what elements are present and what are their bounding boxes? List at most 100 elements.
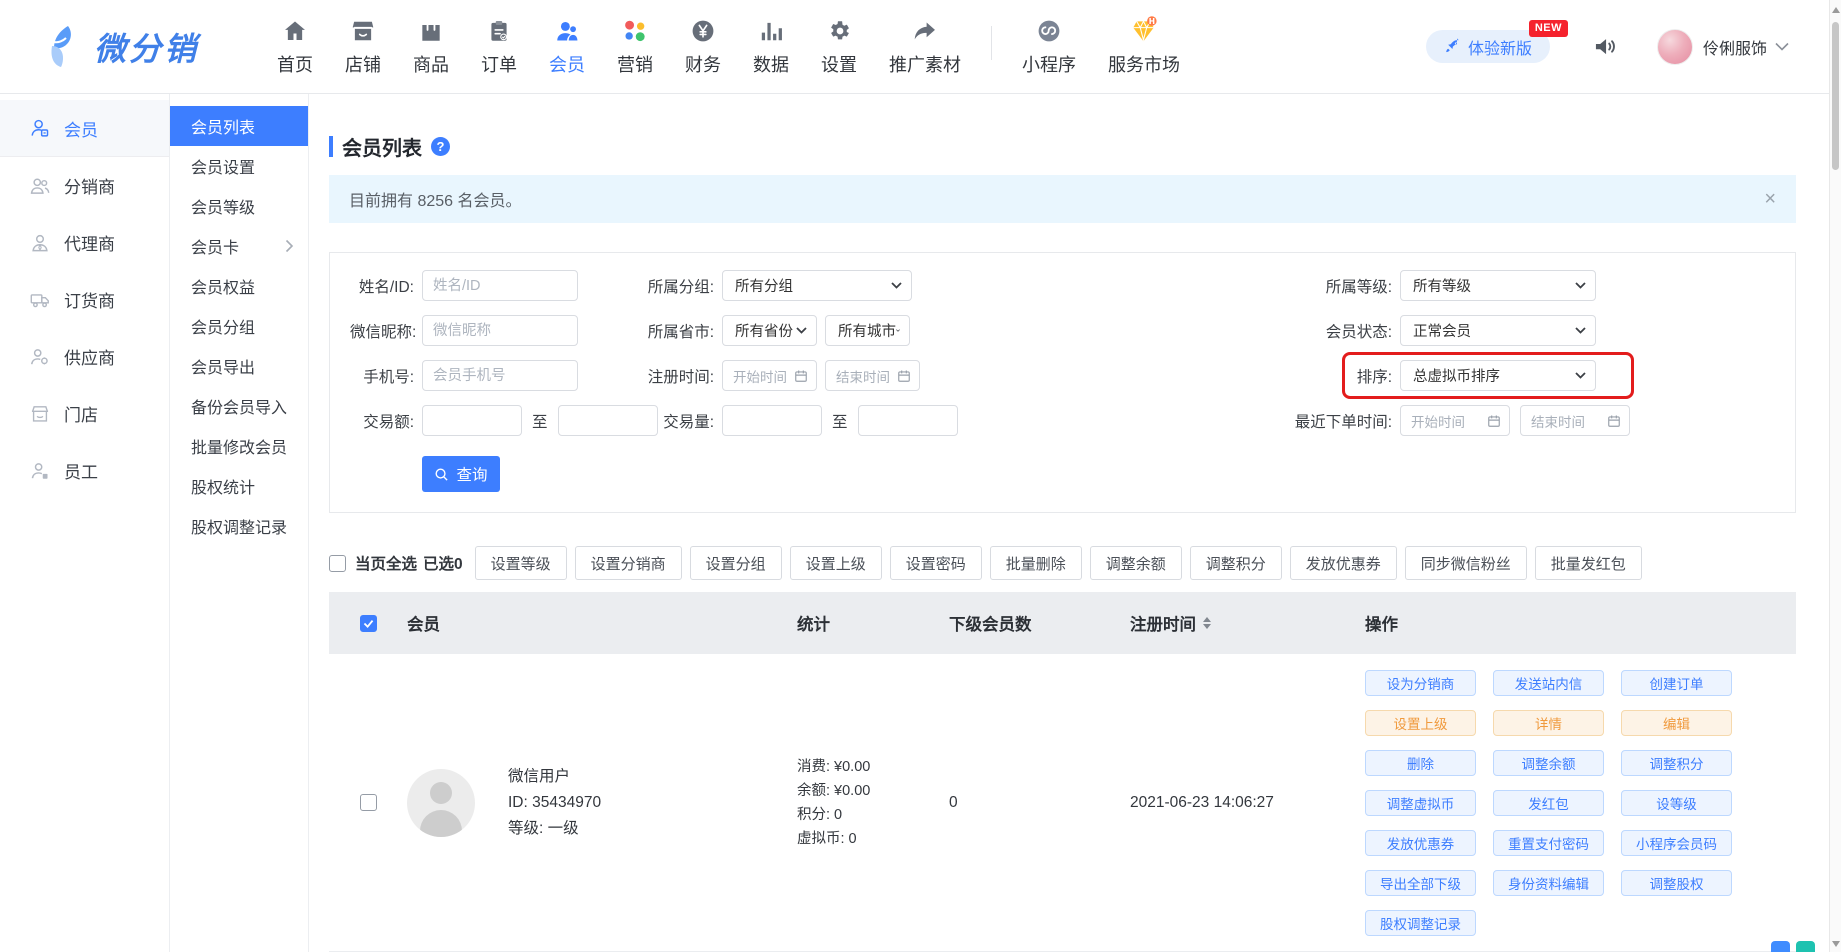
action-edit-button[interactable]: 编辑 [1621, 710, 1732, 736]
sidebar-item-suppliers[interactable]: 供应商 [0, 328, 169, 385]
batch-delete-button[interactable]: 批量删除 [990, 546, 1082, 580]
nav-item-promo-material[interactable]: 推广素材 [873, 16, 977, 77]
batch-set-group-button[interactable]: 设置分组 [690, 546, 782, 580]
batch-set-level-button[interactable]: 设置等级 [475, 546, 567, 580]
group-select[interactable]: 所有分组 [722, 270, 912, 301]
trade-amount-min-input[interactable] [422, 405, 522, 436]
people-icon [29, 175, 51, 197]
nav-item-shop[interactable]: 店铺 [329, 16, 397, 77]
batch-set-password-button[interactable]: 设置密码 [890, 546, 982, 580]
batch-set-parent-button[interactable]: 设置上级 [790, 546, 882, 580]
submenu-item-equity-stats[interactable]: 股权统计 [170, 466, 308, 506]
select-page-checkbox[interactable] [329, 555, 346, 572]
submenu-item-member-list[interactable]: 会员列表 [170, 106, 308, 146]
last-order-start-date-input[interactable]: 开始时间 [1400, 405, 1510, 436]
trade-volume-label: 交易量: [604, 410, 714, 432]
action-details-button[interactable]: 详情 [1493, 710, 1604, 736]
chevron-down-icon [891, 282, 902, 289]
last-order-end-date-input[interactable]: 结束时间 [1520, 405, 1630, 436]
action-set-level-button[interactable]: 设等级 [1621, 790, 1732, 816]
header-select-all-checkbox[interactable] [360, 615, 377, 632]
action-delete-button[interactable]: 删除 [1365, 750, 1476, 776]
wechat-nickname-input[interactable] [422, 315, 578, 346]
submenu-item-backup-import[interactable]: 备份会员导入 [170, 386, 308, 426]
submenu-item-member-levels[interactable]: 会员等级 [170, 186, 308, 226]
action-adjust-equity-button[interactable]: 调整股权 [1621, 870, 1732, 896]
submenu-item-member-benefits[interactable]: 会员权益 [170, 266, 308, 306]
action-adjust-virtual-coin-button[interactable]: 调整虚拟币 [1365, 790, 1476, 816]
province-select[interactable]: 所有省份 [722, 315, 817, 346]
scrollbar-up-arrow[interactable] [1832, 7, 1840, 13]
action-adjust-balance-button[interactable]: 调整余额 [1493, 750, 1604, 776]
nav-item-home[interactable]: 首页 [261, 16, 329, 77]
batch-adjust-balance-button[interactable]: 调整余额 [1090, 546, 1182, 580]
nav-item-orders[interactable]: 订单 [465, 16, 533, 77]
sidebar-item-agents[interactable]: 代理商 [0, 214, 169, 271]
batch-send-coupon-button[interactable]: 发放优惠券 [1290, 546, 1397, 580]
level-select[interactable]: 所有等级 [1400, 270, 1596, 301]
scrollbar-down-arrow[interactable] [1832, 941, 1840, 947]
sidebar-item-order-dealers[interactable]: 订货商 [0, 271, 169, 328]
action-equity-log-button[interactable]: 股权调整记录 [1365, 910, 1476, 936]
scrollbar-thumb[interactable] [1832, 22, 1839, 170]
batch-send-red-packet-button[interactable]: 批量发红包 [1535, 546, 1642, 580]
vertical-scrollbar[interactable] [1829, 0, 1841, 952]
action-send-message-button[interactable]: 发送站内信 [1493, 670, 1604, 696]
phone-input[interactable] [422, 360, 578, 391]
speaker-icon[interactable] [1592, 33, 1619, 60]
submenu-item-member-export[interactable]: 会员导出 [170, 346, 308, 386]
batch-adjust-points-button[interactable]: 调整积分 [1190, 546, 1282, 580]
member-status-select[interactable]: 正常会员 [1400, 315, 1596, 346]
submenu-item-member-settings[interactable]: 会员设置 [170, 146, 308, 186]
floating-widgets[interactable] [1771, 941, 1815, 952]
try-new-version-button[interactable]: 体验新版 NEW [1426, 30, 1550, 63]
batch-sync-wechat-fans-button[interactable]: 同步微信粉丝 [1405, 546, 1527, 580]
register-start-date-input[interactable]: 开始时间 [722, 360, 817, 391]
widget-blue-icon[interactable] [1771, 941, 1790, 952]
sort-arrows-icon [1203, 617, 1211, 629]
header-register-time-sort[interactable]: 注册时间 [1122, 611, 1357, 635]
widget-teal-icon[interactable] [1796, 941, 1815, 952]
action-red-packet-button[interactable]: 发红包 [1493, 790, 1604, 816]
action-send-coupon-button[interactable]: 发放优惠券 [1365, 830, 1476, 856]
city-select[interactable]: 所有城市 [825, 315, 910, 346]
help-icon[interactable]: ? [431, 137, 450, 156]
sort-select[interactable]: 总虚拟币排序 [1400, 360, 1596, 391]
action-set-parent-button[interactable]: 设置上级 [1365, 710, 1476, 736]
action-create-order-button[interactable]: 创建订单 [1621, 670, 1732, 696]
trade-volume-min-input[interactable] [722, 405, 822, 436]
nav-item-finance[interactable]: 财务 [669, 16, 737, 77]
action-edit-identity-button[interactable]: 身份资料编辑 [1493, 870, 1604, 896]
action-set-distributor-button[interactable]: 设为分销商 [1365, 670, 1476, 696]
submenu-item-member-card[interactable]: 会员卡 [170, 226, 308, 266]
sidebar-item-distributors[interactable]: 分销商 [0, 157, 169, 214]
sidebar-item-members[interactable]: 会员 [0, 100, 169, 157]
row-checkbox[interactable] [360, 794, 377, 811]
sidebar-item-staff[interactable]: 员工 [0, 442, 169, 499]
action-reset-pay-password-button[interactable]: 重置支付密码 [1493, 830, 1604, 856]
register-end-date-input[interactable]: 结束时间 [825, 360, 920, 391]
action-export-subordinates-button[interactable]: 导出全部下级 [1365, 870, 1476, 896]
action-miniprogram-member-code-button[interactable]: 小程序会员码 [1621, 830, 1732, 856]
nav-item-marketing[interactable]: 营销 [601, 16, 669, 77]
nav-item-data[interactable]: 数据 [737, 16, 805, 77]
close-icon[interactable]: × [1764, 189, 1776, 209]
trade-volume-max-input[interactable] [858, 405, 958, 436]
nav-item-settings[interactable]: 设置 [805, 16, 873, 77]
app-logo[interactable]: 微分销 [44, 24, 199, 70]
submenu-item-equity-log[interactable]: 股权调整记录 [170, 506, 308, 546]
nav-item-members[interactable]: 会员 [533, 16, 601, 77]
submenu-item-member-groups[interactable]: 会员分组 [170, 306, 308, 346]
submenu-item-batch-edit[interactable]: 批量修改会员 [170, 426, 308, 466]
account-menu[interactable]: 伶俐服饰 [1657, 29, 1789, 65]
nav-item-goods[interactable]: 商品 [397, 16, 465, 77]
sort-filter-highlighted: 排序: 总虚拟币排序 [1270, 360, 1636, 391]
action-adjust-points-button[interactable]: 调整积分 [1621, 750, 1732, 776]
sidebar-item-stores[interactable]: 门店 [0, 385, 169, 442]
logo-leaf-icon [44, 24, 86, 70]
nav-item-service-market[interactable]: H 服务市场 [1092, 16, 1196, 77]
batch-set-distributor-button[interactable]: 设置分销商 [575, 546, 682, 580]
name-id-input[interactable] [422, 270, 578, 301]
nav-item-miniprogram[interactable]: 小程序 [1006, 16, 1092, 77]
search-button[interactable]: 查询 [422, 456, 500, 492]
